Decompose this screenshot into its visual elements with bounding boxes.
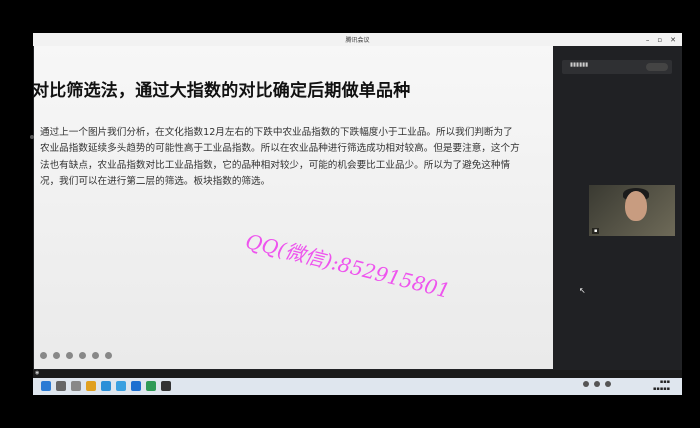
participant-name-icon: ▮▮▮▮▮▮ [570, 62, 589, 68]
grid-icon[interactable] [105, 352, 112, 359]
slide-body-text: 通过上一个图片我们分析，在文化指数12月左右的下跌中农业品指数的下跌幅度小于工业… [40, 127, 520, 187]
window-title: 腾讯会议 [345, 37, 370, 44]
start-icon[interactable] [41, 381, 51, 391]
speaker-video: ▪ [589, 185, 675, 236]
participant-actions-icon[interactable] [646, 63, 668, 71]
zoom-icon[interactable] [92, 352, 99, 359]
sharing-status-icon: ◉ [35, 370, 40, 376]
browser-icon[interactable] [101, 381, 111, 391]
clock-icon[interactable]: ▪▪▪ ▪▪▪▪▪ [653, 379, 670, 393]
mic-icon: ▪ [592, 228, 600, 234]
minimize-icon[interactable]: – [646, 36, 650, 44]
volume-icon[interactable] [594, 381, 600, 387]
window-controls: – ▫ ✕ [646, 33, 676, 46]
wifi-icon[interactable] [583, 381, 589, 387]
face-shape [625, 191, 647, 221]
task-view-icon[interactable] [71, 381, 81, 391]
battery-icon[interactable] [605, 381, 611, 387]
close-icon[interactable]: ✕ [670, 36, 676, 44]
next-icon[interactable] [53, 352, 60, 359]
maximize-icon[interactable]: ▫ [657, 36, 662, 44]
edge-icon[interactable] [131, 381, 141, 391]
system-tray [583, 381, 611, 387]
bullet-icon [30, 135, 34, 139]
pointer-icon[interactable] [79, 352, 86, 359]
sharing-status-bar: ◉ [33, 370, 682, 378]
participant-row[interactable]: ▮▮▮▮▮▮ [562, 60, 672, 74]
slide-toolbar [40, 352, 112, 359]
store-icon[interactable] [116, 381, 126, 391]
slide-title: 对比筛选法，通过大指数的对比确定后期做单品种 [32, 81, 411, 101]
search-icon[interactable] [56, 381, 66, 391]
os-taskbar: ▪▪▪ ▪▪▪▪▪ [33, 378, 682, 395]
window-titlebar: 腾讯会议 – ▫ ✕ [33, 33, 682, 46]
pen-icon[interactable] [66, 352, 73, 359]
previous-icon[interactable] [40, 352, 47, 359]
taskbar-apps [41, 381, 171, 391]
chat-icon[interactable] [146, 381, 156, 391]
app-icon[interactable] [161, 381, 171, 391]
file-explorer-icon[interactable] [86, 381, 96, 391]
mouse-cursor-icon: ↖ [579, 286, 586, 295]
